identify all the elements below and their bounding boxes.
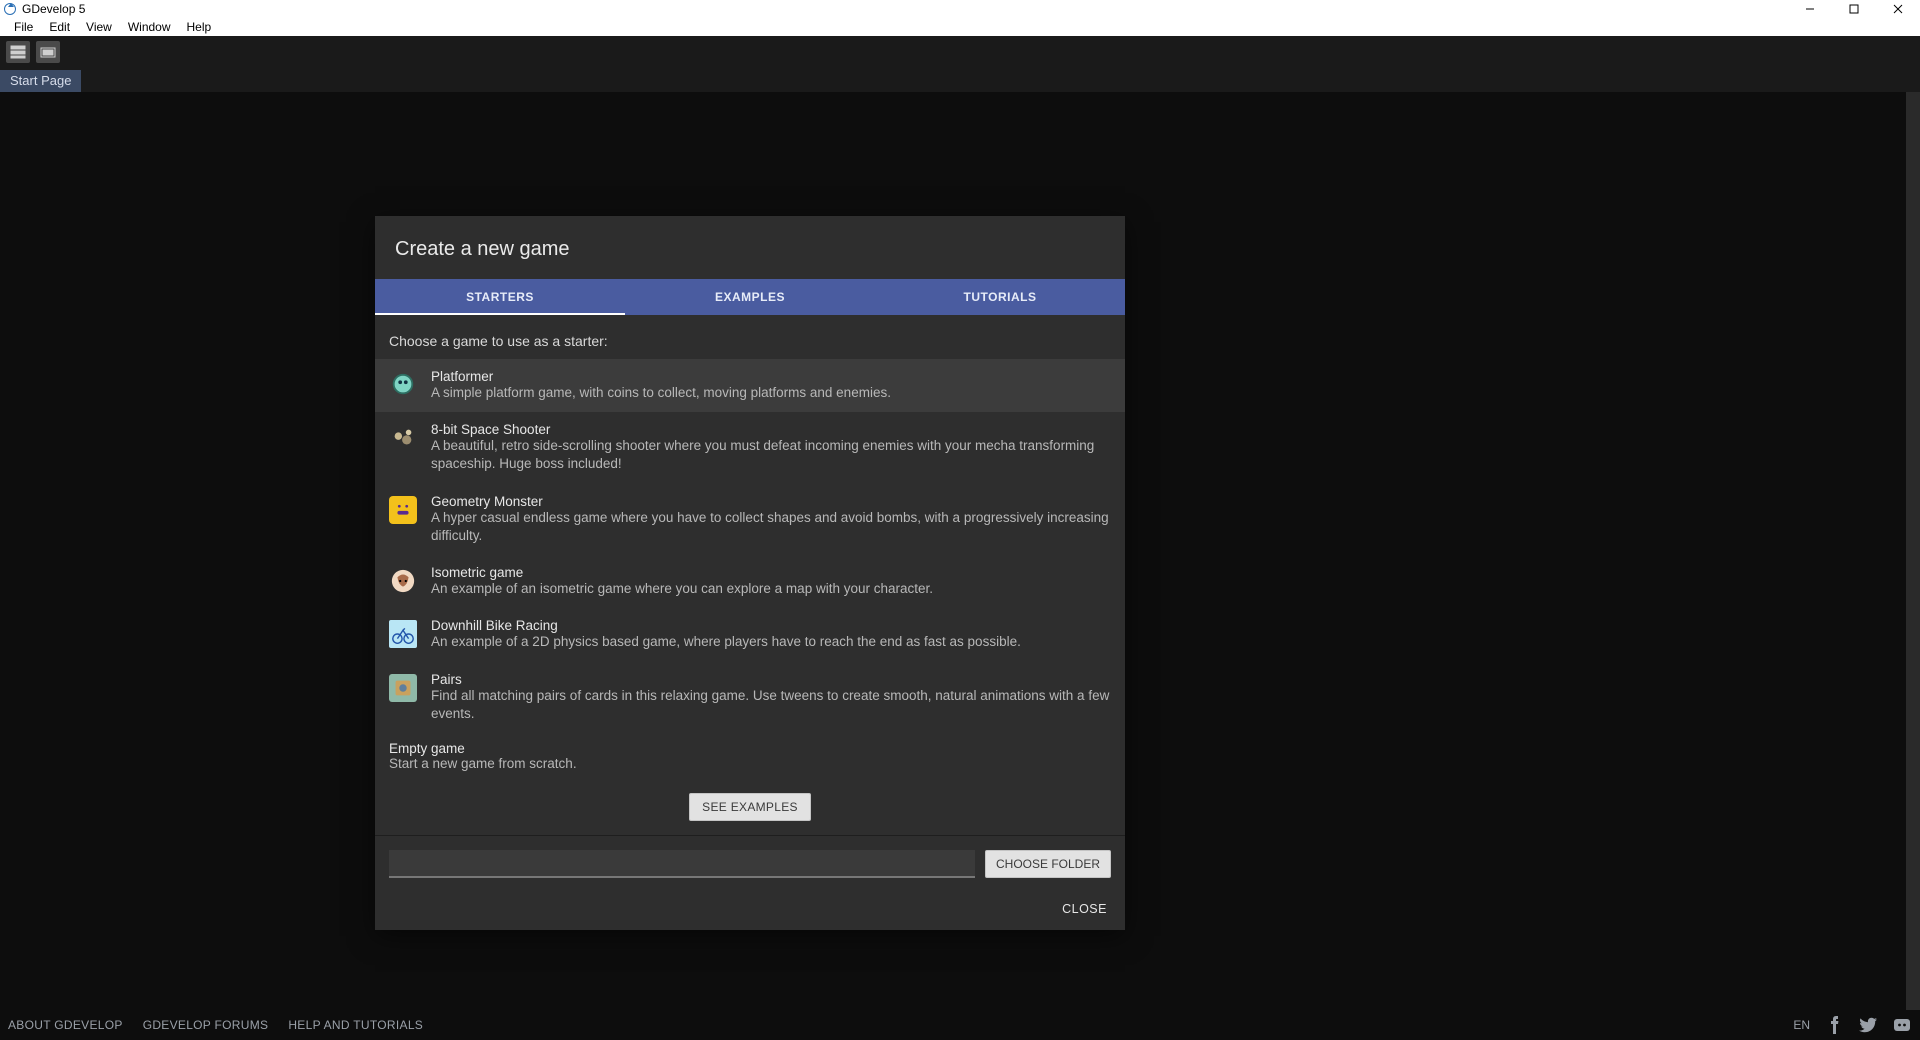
starter-geometry-monster[interactable]: Geometry Monster A hyper casual endless …	[375, 484, 1125, 555]
starter-title: Pairs	[431, 672, 1111, 687]
dialog-actions: CLOSE	[375, 892, 1125, 930]
bike-icon	[389, 620, 417, 648]
create-game-dialog: Create a new game STARTERS EXAMPLES TUTO…	[375, 216, 1125, 930]
starter-space-shooter[interactable]: 8-bit Space Shooter A beautiful, retro s…	[375, 412, 1125, 483]
folder-row: CHOOSE FOLDER	[375, 836, 1125, 892]
space-shooter-icon	[389, 424, 417, 452]
starter-desc: Find all matching pairs of cards in this…	[431, 687, 1111, 723]
starter-list: Platformer A simple platform game, with …	[375, 359, 1125, 733]
dialog-tabs: STARTERS EXAMPLES TUTORIALS	[375, 279, 1125, 315]
forums-link[interactable]: GDEVELOP FORUMS	[143, 1018, 269, 1032]
titlebar: GDevelop 5	[0, 0, 1920, 18]
pairs-icon	[389, 674, 417, 702]
twitter-icon[interactable]	[1858, 1015, 1878, 1035]
starter-isometric[interactable]: Isometric game An example of an isometri…	[375, 555, 1125, 608]
dialog-title: Create a new game	[375, 216, 1125, 279]
isometric-icon	[389, 567, 417, 595]
project-manager-button[interactable]	[6, 41, 30, 63]
starter-pairs[interactable]: Pairs Find all matching pairs of cards i…	[375, 662, 1125, 733]
starter-platformer[interactable]: Platformer A simple platform game, with …	[375, 359, 1125, 412]
menu-file[interactable]: File	[6, 20, 41, 34]
about-link[interactable]: ABOUT GDEVELOP	[8, 1018, 123, 1032]
see-examples-button[interactable]: SEE EXAMPLES	[689, 793, 811, 821]
close-window-button[interactable]	[1876, 0, 1920, 18]
menu-window[interactable]: Window	[120, 20, 179, 34]
starter-desc: Start a new game from scratch.	[389, 756, 1111, 771]
tab-start-page[interactable]: Start Page	[0, 70, 81, 92]
starter-title: Isometric game	[431, 565, 933, 580]
language-label: EN	[1793, 1018, 1810, 1032]
toolbar	[0, 36, 1920, 68]
facebook-icon[interactable]	[1824, 1015, 1844, 1035]
tab-examples[interactable]: EXAMPLES	[625, 279, 875, 315]
starter-desc: A simple platform game, with coins to co…	[431, 384, 891, 402]
choose-folder-button[interactable]: CHOOSE FOLDER	[985, 850, 1111, 878]
window-title: GDevelop 5	[22, 2, 85, 16]
project-folder-input[interactable]	[389, 850, 975, 878]
help-link[interactable]: HELP AND TUTORIALS	[288, 1018, 423, 1032]
scrollbar[interactable]	[1906, 92, 1920, 1010]
starter-title: 8-bit Space Shooter	[431, 422, 1111, 437]
minimize-button[interactable]	[1788, 0, 1832, 18]
starter-desc: An example of a 2D physics based game, w…	[431, 633, 1021, 651]
export-button[interactable]	[36, 41, 60, 63]
app-icon	[4, 3, 16, 15]
menu-edit[interactable]: Edit	[41, 20, 78, 34]
discord-icon[interactable]	[1892, 1015, 1912, 1035]
menu-view[interactable]: View	[78, 20, 120, 34]
footer: ABOUT GDEVELOP GDEVELOP FORUMS HELP AND …	[0, 1010, 1920, 1040]
menubar: File Edit View Window Help	[0, 18, 1920, 36]
starter-title: Empty game	[389, 741, 1111, 756]
menu-help[interactable]: Help	[179, 20, 220, 34]
starter-title: Platformer	[431, 369, 891, 384]
dialog-body: Choose a game to use as a starter: Platf…	[375, 315, 1125, 930]
starter-desc: A hyper casual endless game where you ha…	[431, 509, 1111, 545]
starter-bike-racing[interactable]: Downhill Bike Racing An example of a 2D …	[375, 608, 1125, 661]
starter-title: Geometry Monster	[431, 494, 1111, 509]
maximize-button[interactable]	[1832, 0, 1876, 18]
starter-prompt: Choose a game to use as a starter:	[375, 327, 1125, 359]
see-examples-row: SEE EXAMPLES	[375, 785, 1125, 836]
starter-desc: An example of an isometric game where yo…	[431, 580, 933, 598]
starter-desc: A beautiful, retro side-scrolling shoote…	[431, 437, 1111, 473]
close-button[interactable]: CLOSE	[1062, 902, 1107, 916]
tab-starters[interactable]: STARTERS	[375, 279, 625, 315]
window-controls	[1788, 0, 1920, 18]
starter-title: Downhill Bike Racing	[431, 618, 1021, 633]
workspace: Create a new game STARTERS EXAMPLES TUTO…	[0, 92, 1920, 1010]
geometry-monster-icon	[389, 496, 417, 524]
platformer-icon	[389, 371, 417, 399]
language-selector[interactable]: EN	[1787, 1018, 1810, 1032]
document-tabs: Start Page	[0, 68, 1920, 92]
tab-tutorials[interactable]: TUTORIALS	[875, 279, 1125, 315]
starter-empty[interactable]: Empty game Start a new game from scratch…	[375, 733, 1125, 785]
